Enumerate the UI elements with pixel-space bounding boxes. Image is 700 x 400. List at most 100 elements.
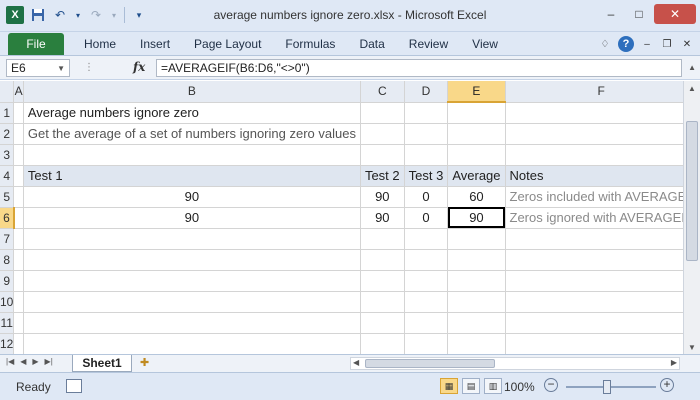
row-header-5[interactable]: 5: [0, 186, 15, 208]
row-header-11[interactable]: 11: [0, 312, 15, 334]
column-header-b[interactable]: B: [23, 81, 361, 103]
scroll-left-icon[interactable]: ◀: [353, 358, 359, 367]
horizontal-scrollbar[interactable]: ◀ ▶: [350, 357, 680, 370]
tab-formulas[interactable]: Formulas: [273, 37, 347, 51]
cell-e2[interactable]: [447, 123, 506, 145]
cell-e6-selected[interactable]: 90: [447, 207, 506, 229]
cell[interactable]: [23, 291, 361, 313]
help-icon[interactable]: ?: [618, 36, 634, 52]
sheet-title[interactable]: Average numbers ignore zero: [23, 102, 361, 124]
row-header-6[interactable]: 6: [0, 207, 15, 229]
scroll-right-icon[interactable]: ▶: [671, 358, 677, 367]
cell[interactable]: [23, 270, 361, 292]
first-sheet-icon[interactable]: |◀: [6, 357, 14, 366]
file-tab[interactable]: File: [8, 33, 64, 55]
cell[interactable]: [404, 228, 449, 250]
maximize-button[interactable]: □: [626, 4, 652, 24]
row-header-4[interactable]: 4: [0, 165, 15, 187]
cell-d1[interactable]: [404, 102, 449, 124]
cell[interactable]: [505, 291, 698, 313]
page-break-view-icon[interactable]: ▥: [484, 378, 502, 394]
cell[interactable]: [23, 312, 361, 334]
header-test-1[interactable]: Test 1: [23, 165, 361, 187]
column-header-d[interactable]: D: [404, 81, 449, 103]
cell[interactable]: [447, 312, 506, 334]
cell[interactable]: [360, 270, 405, 292]
zoom-slider[interactable]: [566, 386, 656, 388]
cell[interactable]: [360, 333, 405, 354]
cell-f1[interactable]: [505, 102, 698, 124]
vertical-scroll-thumb[interactable]: [686, 121, 698, 261]
cell-d3[interactable]: [404, 144, 449, 166]
row-header-12[interactable]: 12: [0, 333, 15, 354]
cell[interactable]: [505, 249, 698, 271]
next-sheet-icon[interactable]: ▶: [32, 357, 38, 366]
tab-data[interactable]: Data: [347, 37, 396, 51]
cell-c5[interactable]: 90: [360, 186, 405, 208]
new-sheet-icon[interactable]: ✚: [140, 356, 149, 369]
cell-c1[interactable]: [360, 102, 405, 124]
row-header-1[interactable]: 1: [0, 102, 15, 124]
normal-view-icon[interactable]: ▦: [440, 378, 458, 394]
cell-c6[interactable]: 90: [360, 207, 405, 229]
column-header-c[interactable]: C: [360, 81, 405, 103]
cell-a3[interactable]: [13, 144, 24, 166]
tab-page-layout[interactable]: Page Layout: [182, 37, 273, 51]
cell-a5[interactable]: [13, 186, 24, 208]
vertical-scrollbar[interactable]: ▲ ▼: [683, 81, 700, 354]
cell-a1[interactable]: [13, 102, 24, 124]
name-box[interactable]: E6 ▼: [6, 59, 70, 77]
cell[interactable]: [360, 228, 405, 250]
cell-f6[interactable]: Zeros ignored with AVERAGEIF: [505, 207, 698, 229]
workbook-close-icon[interactable]: ✕: [680, 37, 694, 51]
formula-input[interactable]: =AVERAGEIF(B6:D6,"<>0"): [156, 59, 682, 77]
cell-a4[interactable]: [13, 165, 24, 187]
cell-d2[interactable]: [404, 123, 449, 145]
cell[interactable]: [13, 228, 24, 250]
tab-review[interactable]: Review: [397, 37, 460, 51]
fx-icon[interactable]: fx: [133, 60, 145, 74]
cell[interactable]: [404, 270, 449, 292]
cell[interactable]: [447, 270, 506, 292]
cell[interactable]: [404, 249, 449, 271]
cell[interactable]: [404, 333, 449, 354]
expand-formula-bar-icon[interactable]: ▲: [688, 63, 696, 72]
sheet-tab-sheet1[interactable]: Sheet1: [72, 355, 132, 372]
cell[interactable]: [23, 228, 361, 250]
tab-insert[interactable]: Insert: [128, 37, 182, 51]
row-header-8[interactable]: 8: [0, 249, 15, 271]
cell-d5[interactable]: 0: [404, 186, 449, 208]
row-header-10[interactable]: 10: [0, 291, 15, 313]
row-header-3[interactable]: 3: [0, 144, 15, 166]
cell[interactable]: [13, 291, 24, 313]
zoom-in-icon[interactable]: +: [660, 378, 674, 392]
macro-record-icon[interactable]: [66, 379, 82, 393]
row-header-2[interactable]: 2: [0, 123, 15, 145]
scroll-up-icon[interactable]: ▲: [684, 81, 700, 95]
cell[interactable]: [404, 312, 449, 334]
cell-b5[interactable]: 90: [23, 186, 361, 208]
column-header-e[interactable]: E: [447, 81, 506, 103]
cell-f2[interactable]: [505, 123, 698, 145]
select-all-corner[interactable]: [0, 81, 15, 103]
sheet-subtitle[interactable]: Get the average of a set of numbers igno…: [23, 123, 361, 145]
workbook-minimize-icon[interactable]: –: [640, 37, 654, 51]
zoom-slider-thumb[interactable]: [603, 380, 611, 394]
cell-b3[interactable]: [23, 144, 361, 166]
cell[interactable]: [360, 312, 405, 334]
cell[interactable]: [13, 312, 24, 334]
cell-f3[interactable]: [505, 144, 698, 166]
zoom-level[interactable]: 100%: [504, 380, 535, 394]
cell-d6[interactable]: 0: [404, 207, 449, 229]
cell-c2[interactable]: [360, 123, 405, 145]
cell-c3[interactable]: [360, 144, 405, 166]
cell[interactable]: [447, 228, 506, 250]
cell[interactable]: [505, 333, 698, 354]
cell[interactable]: [13, 333, 24, 354]
chevron-down-icon[interactable]: ▼: [57, 64, 65, 73]
row-header-9[interactable]: 9: [0, 270, 15, 292]
cell[interactable]: [447, 291, 506, 313]
close-button[interactable]: ✕: [654, 4, 696, 24]
scroll-down-icon[interactable]: ▼: [684, 340, 700, 354]
cell-e3[interactable]: [447, 144, 506, 166]
